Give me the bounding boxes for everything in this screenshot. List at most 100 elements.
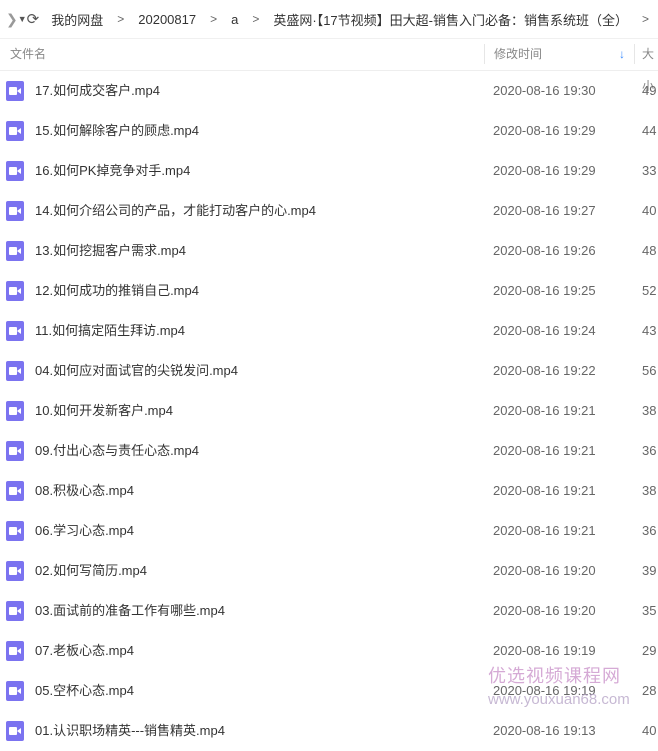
file-row[interactable]: 09.付出心态与责任心态.mp4 2020-08-16 19:21 36: [0, 431, 658, 471]
breadcrumb-separator-icon: >: [117, 12, 125, 26]
video-file-icon: [6, 641, 24, 661]
history-dropdown-button[interactable]: ▼: [18, 0, 27, 38]
file-name[interactable]: 04.如何应对面试官的尖锐发问.mp4: [35, 351, 238, 391]
file-size: 36: [642, 443, 657, 458]
file-modified-time: 2020-08-16 19:19: [493, 643, 596, 658]
video-file-icon: [6, 681, 24, 701]
forward-button[interactable]: ❯: [6, 0, 18, 38]
sort-descending-icon[interactable]: ↓: [619, 38, 625, 70]
file-name[interactable]: 07.老板心态.mp4: [35, 631, 134, 671]
file-list: 17.如何成交客户.mp4 2020-08-16 19:30 49 15.如何解除客户…: [0, 71, 658, 751]
file-size: 33: [642, 163, 657, 178]
file-row[interactable]: 14.如何介绍公司的产品，才能打动客户的心.mp4 2020-08-16 19:2…: [0, 191, 658, 231]
file-name[interactable]: 17.如何成交客户.mp4: [35, 71, 160, 111]
file-row[interactable]: 02.如何写简历.mp4 2020-08-16 19:20 39: [0, 551, 658, 591]
file-size: 56: [642, 363, 657, 378]
file-name[interactable]: 03.面试前的准备工作有哪些.mp4: [35, 591, 225, 631]
file-name[interactable]: 02.如何写简历.mp4: [35, 551, 147, 591]
file-row[interactable]: 07.老板心态.mp4 2020-08-16 19:19 29: [0, 631, 658, 671]
file-modified-time: 2020-08-16 19:13: [493, 723, 596, 738]
file-modified-time: 2020-08-16 19:26: [493, 243, 596, 258]
video-file-icon: [6, 201, 24, 221]
video-file-icon: [6, 601, 24, 621]
file-size: 40: [642, 723, 657, 738]
file-size: 40: [642, 203, 657, 218]
file-size: 35: [642, 603, 657, 618]
breadcrumb: 我的网盘 > 20200817 > a > 英盛网·【17节视频】田大超-销售入…: [51, 10, 658, 29]
video-file-icon: [6, 521, 24, 541]
file-modified-time: 2020-08-16 19:27: [493, 203, 596, 218]
file-size: 38: [642, 483, 657, 498]
file-name[interactable]: 06.学习心态.mp4: [35, 511, 134, 551]
file-row[interactable]: 04.如何应对面试官的尖锐发问.mp4 2020-08-16 19:22 56: [0, 351, 658, 391]
file-row[interactable]: 01.认识职场精英---销售精英.mp4 2020-08-16 19:13 40: [0, 711, 658, 751]
file-modified-time: 2020-08-16 19:21: [493, 443, 596, 458]
file-size: 43: [642, 323, 657, 338]
video-file-icon: [6, 321, 24, 341]
column-header: 文件名 修改时间 ↓ 大小: [0, 38, 658, 93]
file-modified-time: 2020-08-16 19:21: [493, 523, 596, 538]
file-row[interactable]: 10.如何开发新客户.mp4 2020-08-16 19:21 38: [0, 391, 658, 431]
file-row[interactable]: 15.如何解除客户的顾虑.mp4 2020-08-16 19:29 44: [0, 111, 658, 151]
video-file-icon: [6, 161, 24, 181]
breadcrumb-separator-icon: >: [252, 12, 260, 26]
file-modified-time: 2020-08-16 19:20: [493, 563, 596, 578]
file-size: 49: [642, 83, 657, 98]
file-modified-time: 2020-08-16 19:21: [493, 403, 596, 418]
file-modified-time: 2020-08-16 19:29: [493, 163, 596, 178]
file-size: 39: [642, 563, 657, 578]
file-size: 44: [642, 123, 657, 138]
file-modified-time: 2020-08-16 19:24: [493, 323, 596, 338]
file-name[interactable]: 13.如何挖掘客户需求.mp4: [35, 231, 186, 271]
file-name[interactable]: 15.如何解除客户的顾虑.mp4: [35, 111, 199, 151]
file-size: 29: [642, 643, 657, 658]
file-row[interactable]: 16.如何PK掉竞争对手.mp4 2020-08-16 19:29 33: [0, 151, 658, 191]
file-name[interactable]: 14.如何介绍公司的产品，才能打动客户的心.mp4: [35, 191, 316, 231]
file-modified-time: 2020-08-16 19:19: [493, 683, 596, 698]
file-name[interactable]: 11.如何搞定陌生拜访.mp4: [35, 311, 185, 351]
column-header-modified-time[interactable]: 修改时间: [494, 38, 542, 70]
video-file-icon: [6, 81, 24, 101]
breadcrumb-item[interactable]: a: [231, 12, 238, 27]
video-file-icon: [6, 441, 24, 461]
video-file-icon: [6, 481, 24, 501]
video-file-icon: [6, 721, 24, 741]
file-name[interactable]: 09.付出心态与责任心态.mp4: [35, 431, 199, 471]
file-modified-time: 2020-08-16 19:21: [493, 483, 596, 498]
chevron-right-icon: ❯: [6, 10, 18, 27]
column-header-size[interactable]: 大小: [642, 38, 658, 93]
breadcrumb-item[interactable]: 20200817: [138, 12, 196, 27]
file-size: 48: [642, 243, 657, 258]
file-row[interactable]: 11.如何搞定陌生拜访.mp4 2020-08-16 19:24 43: [0, 311, 658, 351]
file-name[interactable]: 05.空杯心态.mp4: [35, 671, 134, 711]
video-file-icon: [6, 241, 24, 261]
file-name[interactable]: 08.积极心态.mp4: [35, 471, 134, 511]
refresh-button[interactable]: ⟳: [27, 0, 40, 38]
video-file-icon: [6, 281, 24, 301]
column-header-name[interactable]: 文件名: [10, 38, 46, 70]
file-name[interactable]: 10.如何开发新客户.mp4: [35, 391, 173, 431]
file-name[interactable]: 12.如何成功的推销自己.mp4: [35, 271, 199, 311]
file-modified-time: 2020-08-16 19:25: [493, 283, 596, 298]
file-row[interactable]: 03.面试前的准备工作有哪些.mp4 2020-08-16 19:20 35: [0, 591, 658, 631]
file-row[interactable]: 06.学习心态.mp4 2020-08-16 19:21 36: [0, 511, 658, 551]
column-divider[interactable]: [484, 44, 485, 64]
file-name[interactable]: 01.认识职场精英---销售精英.mp4: [35, 711, 225, 751]
file-size: 38: [642, 403, 657, 418]
video-file-icon: [6, 401, 24, 421]
file-row[interactable]: 17.如何成交客户.mp4 2020-08-16 19:30 49: [0, 71, 658, 111]
breadcrumb-separator-icon: >: [642, 12, 650, 26]
file-row[interactable]: 08.积极心态.mp4 2020-08-16 19:21 38: [0, 471, 658, 511]
file-row[interactable]: 12.如何成功的推销自己.mp4 2020-08-16 19:25 52: [0, 271, 658, 311]
file-row[interactable]: 05.空杯心态.mp4 2020-08-16 19:19 28: [0, 671, 658, 711]
video-file-icon: [6, 121, 24, 141]
file-name[interactable]: 16.如何PK掉竞争对手.mp4: [35, 151, 190, 191]
breadcrumb-item[interactable]: 我的网盘: [51, 10, 103, 29]
file-size: 52: [642, 283, 657, 298]
file-row[interactable]: 13.如何挖掘客户需求.mp4 2020-08-16 19:26 48: [0, 231, 658, 271]
breadcrumb-separator-icon: >: [210, 12, 218, 26]
toolbar: ❯ ▼ ⟳ 我的网盘 > 20200817 > a > 英盛网·【17节视频】田…: [0, 0, 658, 39]
breadcrumb-item-current[interactable]: 英盛网·【17节视频】田大超-销售入门必备：销售系统班（全）: [273, 10, 628, 29]
column-divider[interactable]: [634, 44, 635, 64]
file-modified-time: 2020-08-16 19:29: [493, 123, 596, 138]
